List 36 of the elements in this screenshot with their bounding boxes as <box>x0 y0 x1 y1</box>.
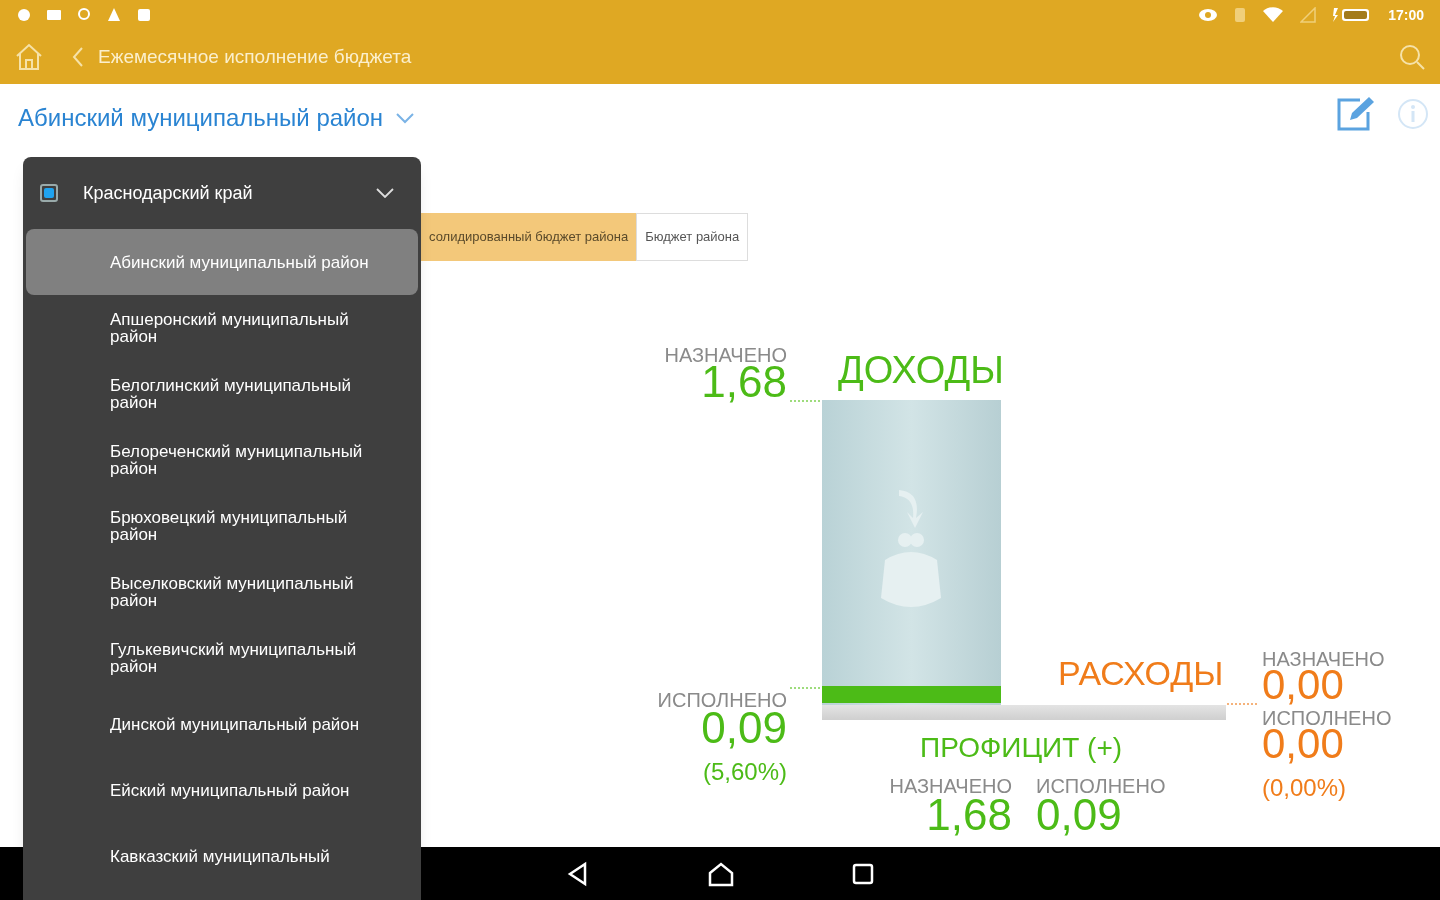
budget-tab[interactable]: Бюджет района <box>636 213 749 261</box>
budget-tab[interactable]: солидированный бюджет района <box>421 213 637 261</box>
search-icon[interactable] <box>1398 43 1426 71</box>
dropdown-item[interactable]: Выселковский муниципальный район <box>26 559 418 625</box>
dropdown-item[interactable]: Белореченский муниципальный район <box>26 427 418 493</box>
home-icon[interactable] <box>707 860 735 887</box>
executed-label: ИСПОЛНЕНО <box>1036 774 1166 799</box>
dropdown-item[interactable]: Белоглинский муниципальный район <box>26 361 418 427</box>
checkbox[interactable] <box>40 184 58 202</box>
dropdown-item[interactable]: Динской муниципальный район <box>26 691 418 757</box>
chevron-down-icon[interactable] <box>376 188 394 198</box>
section-title: ПРОФИЦИТ (+) <box>920 732 1123 764</box>
region-selector[interactable]: Абинский муниципальный район <box>18 100 384 136</box>
region-group-label: Краснодарский край <box>83 181 254 205</box>
section-title: РАСХОДЫ <box>1058 653 1224 694</box>
sim-icon <box>1234 7 1247 23</box>
percent-value: (5,60%) <box>702 757 787 787</box>
leader-line <box>790 400 820 402</box>
clock-time: 17:00 <box>1388 5 1424 25</box>
percent-value: (0,00%) <box>1262 773 1347 803</box>
screen-title: Ежемесячное исполнение бюджета <box>98 44 412 69</box>
eye-icon <box>1198 8 1219 22</box>
dropdown-item[interactable]: Кавказский муниципальный <box>26 823 418 889</box>
leader-line <box>1227 703 1257 705</box>
dropdown-item[interactable]: Абинский муниципальный район <box>26 229 418 295</box>
edit-icon[interactable] <box>1336 96 1376 132</box>
recents-icon[interactable] <box>851 861 875 886</box>
dropdown-item[interactable]: Ейский муниципальный район <box>26 757 418 823</box>
dropdown-item[interactable]: Гулькевичский муниципальный район <box>26 625 418 691</box>
planned-label: НАЗНАЧЕНО <box>889 774 1012 799</box>
dropdown-item[interactable]: Брюховецкий муниципальный район <box>26 493 418 559</box>
section-title: ДОХОДЫ <box>838 348 1004 392</box>
signal-icon <box>1300 7 1317 23</box>
leader-line <box>790 687 820 689</box>
wifi-icon <box>1262 7 1285 23</box>
dropdown-item[interactable]: Апшеронский муниципальный район <box>26 295 418 361</box>
